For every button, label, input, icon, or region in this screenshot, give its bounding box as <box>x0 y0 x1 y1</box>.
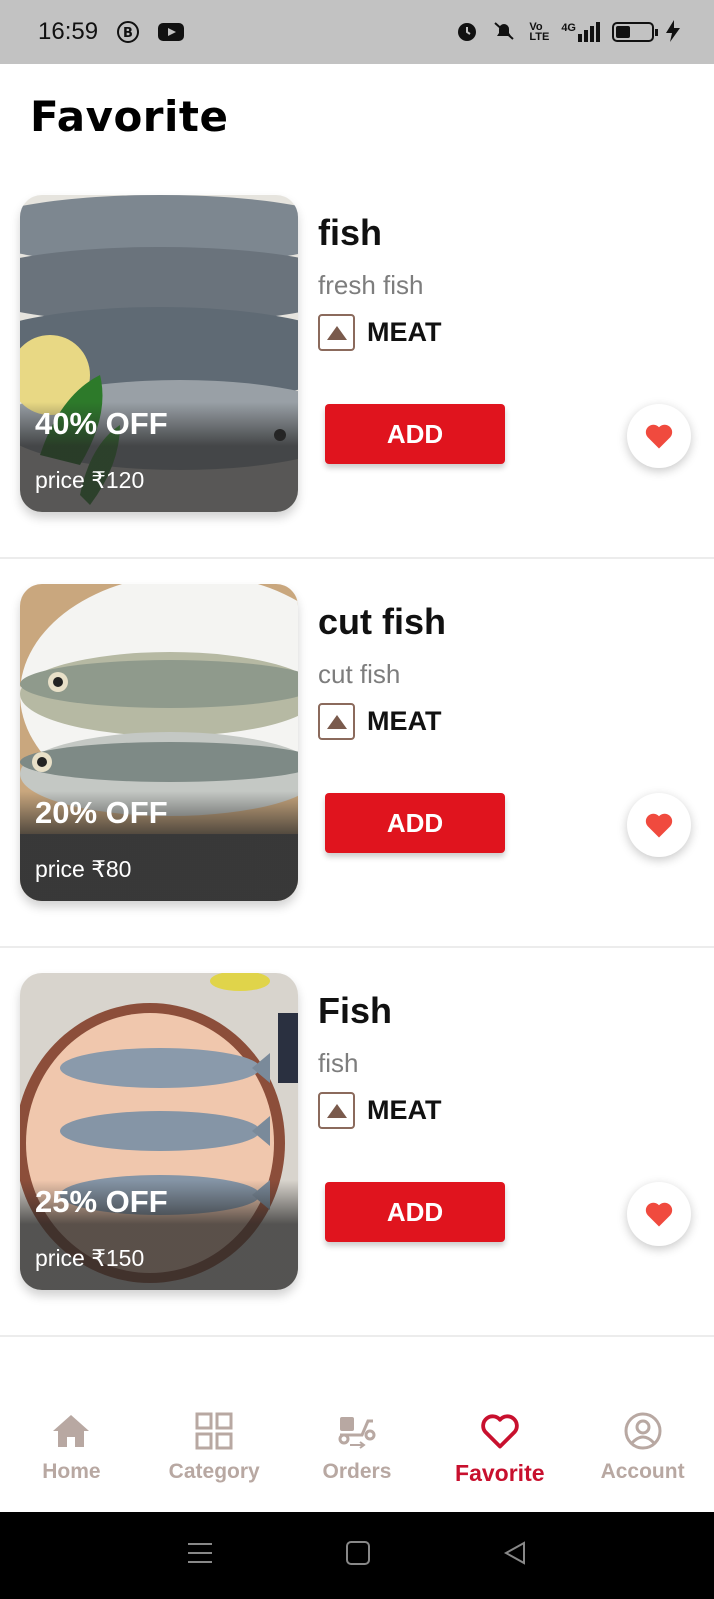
non-veg-icon <box>318 314 355 351</box>
nav-account[interactable]: Account <box>571 1390 714 1512</box>
product-description: fresh fish <box>318 270 424 300</box>
nav-favorite[interactable]: Favorite <box>428 1390 571 1512</box>
favorite-list: 40% OFF price ₹120 fish fresh fish MEAT … <box>0 190 714 1357</box>
list-item[interactable]: 40% OFF price ₹120 fish fresh fish MEAT … <box>0 190 714 579</box>
product-description: fish <box>318 1048 359 1078</box>
list-item[interactable]: 25% OFF price ₹150 Fish fish MEAT ADD <box>0 968 714 1357</box>
discount-label: 20% OFF <box>35 795 168 830</box>
add-button[interactable]: ADD <box>325 793 505 853</box>
category-label: MEAT <box>367 317 442 347</box>
discount-label: 40% OFF <box>35 406 168 441</box>
favorite-button[interactable] <box>627 404 691 468</box>
status-bar: 16:59 B Vo LTE 4G <box>0 0 714 64</box>
nav-label: Favorite <box>455 1460 545 1486</box>
alarm-icon <box>455 19 479 46</box>
nav-label: Category <box>168 1460 260 1483</box>
product-name: fish <box>318 212 383 253</box>
youtube-icon <box>158 22 185 42</box>
bottom-nav: Home Category Orders Favorite Account <box>0 1390 714 1512</box>
nav-category[interactable]: Category <box>143 1390 286 1512</box>
charging-icon <box>666 19 680 45</box>
non-veg-icon <box>318 1092 355 1129</box>
nav-orders[interactable]: Orders <box>286 1390 429 1512</box>
price-label: price ₹120 <box>35 467 145 493</box>
add-button[interactable]: ADD <box>325 1182 505 1242</box>
heart-icon <box>645 1202 673 1227</box>
svg-text:B: B <box>123 26 133 41</box>
favorite-button[interactable] <box>627 793 691 857</box>
b-badge-icon: B <box>116 20 140 44</box>
favorite-button[interactable] <box>627 1182 691 1246</box>
user-circle-icon <box>623 1410 663 1452</box>
non-veg-icon <box>318 703 355 740</box>
nav-label: Account <box>600 1460 685 1483</box>
back-icon[interactable] <box>502 1540 528 1571</box>
signal-icon: 4G <box>561 22 600 42</box>
mute-icon <box>491 19 517 46</box>
category-label: MEAT <box>367 1095 442 1125</box>
nav-label: Orders <box>322 1460 392 1483</box>
category-badge: MEAT <box>318 1092 442 1129</box>
scooter-icon <box>336 1410 378 1452</box>
status-time: 16:59 <box>38 18 99 45</box>
divider <box>0 946 714 948</box>
price-label: price ₹150 <box>35 1245 145 1271</box>
home-icon <box>51 1410 91 1452</box>
product-description: cut fish <box>318 659 401 689</box>
category-label: MEAT <box>367 706 442 736</box>
home-square-icon[interactable] <box>345 1540 371 1571</box>
divider <box>0 1335 714 1337</box>
product-image[interactable]: 20% OFF price ₹80 <box>20 584 298 901</box>
discount-label: 25% OFF <box>35 1184 168 1219</box>
nav-home[interactable]: Home <box>0 1390 143 1512</box>
network-type: 4G <box>561 22 576 34</box>
grid-icon <box>195 1410 233 1452</box>
add-button[interactable]: ADD <box>325 404 505 464</box>
heart-outline-icon <box>479 1410 521 1452</box>
category-badge: MEAT <box>318 314 442 351</box>
price-label: price ₹80 <box>35 856 132 882</box>
system-nav-bar <box>0 1512 714 1599</box>
product-name: cut fish <box>318 601 447 642</box>
divider <box>0 557 714 559</box>
menu-icon[interactable] <box>186 1541 214 1570</box>
nav-label: Home <box>42 1460 101 1483</box>
product-image[interactable]: 25% OFF price ₹150 <box>20 973 298 1290</box>
battery-icon <box>612 22 658 42</box>
heart-icon <box>645 813 673 838</box>
product-name: Fish <box>318 990 393 1031</box>
category-badge: MEAT <box>318 703 442 740</box>
heart-icon <box>645 424 673 449</box>
product-image[interactable]: 40% OFF price ₹120 <box>20 195 298 512</box>
list-item[interactable]: 20% OFF price ₹80 cut fish cut fish MEAT… <box>0 579 714 968</box>
volte-icon: Vo LTE <box>529 21 550 43</box>
